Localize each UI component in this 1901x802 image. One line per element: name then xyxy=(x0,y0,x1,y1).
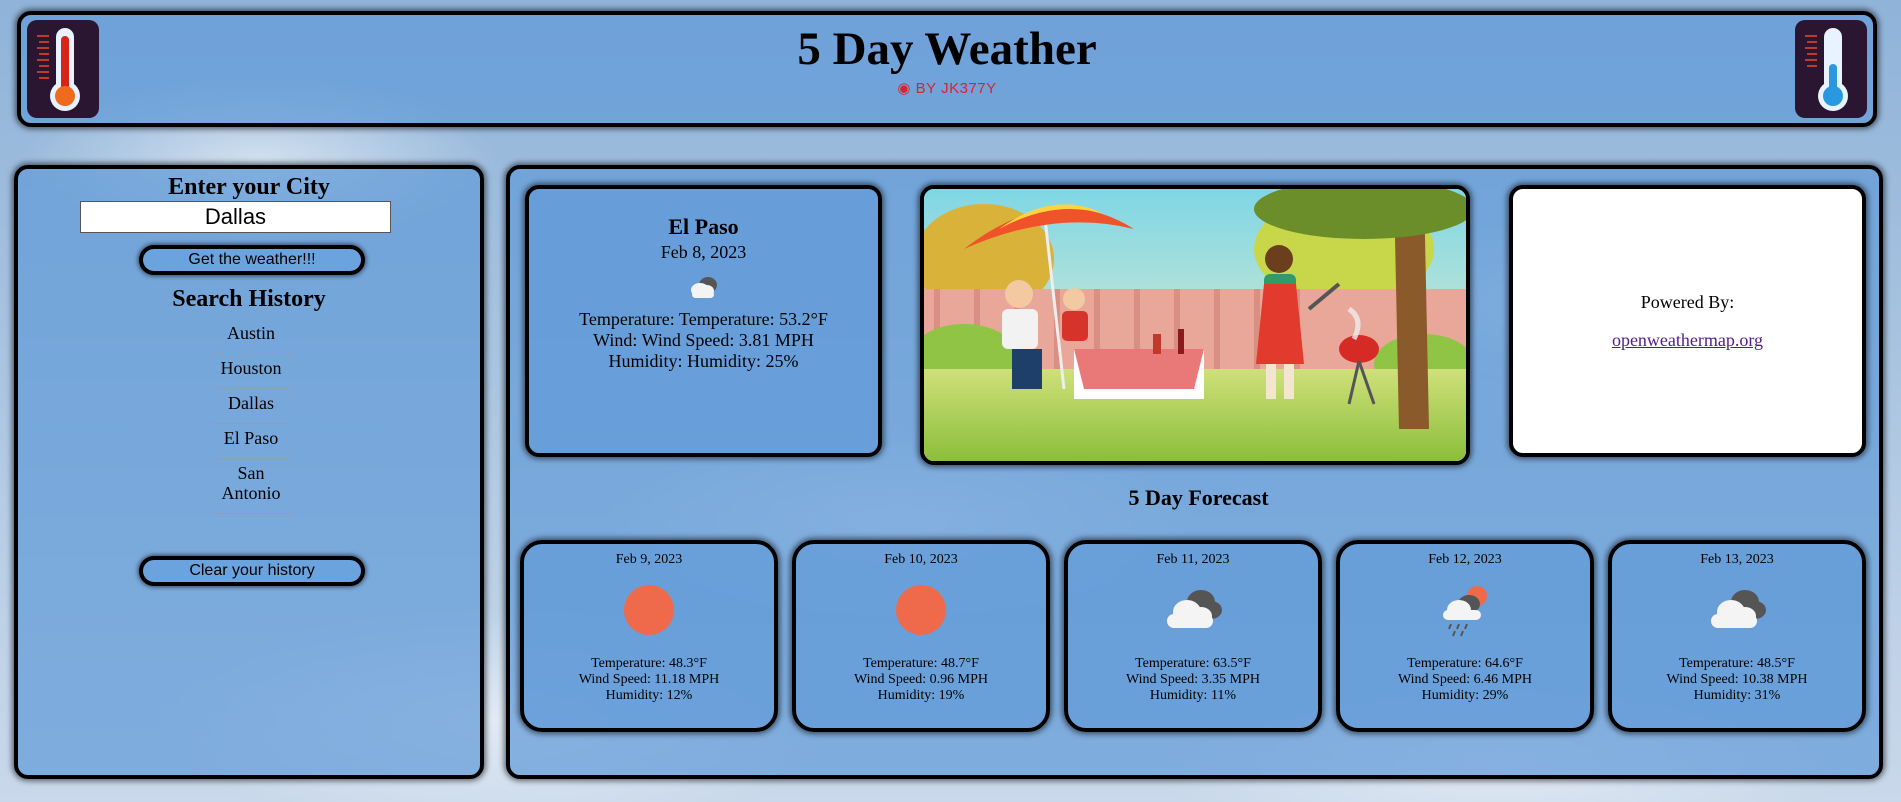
rain-icon xyxy=(1437,582,1493,638)
forecast-humidity: Humidity: 12% xyxy=(605,688,693,703)
history-item-el-paso[interactable]: El Paso xyxy=(211,424,291,459)
current-humidity: Humidity: Humidity: 25% xyxy=(608,351,799,371)
cloud-icon xyxy=(686,273,722,301)
current-city: El Paso xyxy=(668,214,739,239)
bbq-illustration xyxy=(920,185,1470,465)
github-icon: ◉ xyxy=(897,80,911,97)
forecast-heading: 5 Day Forecast xyxy=(1128,485,1269,510)
page-title: 5 Day Weather xyxy=(797,23,1097,75)
current-date: Feb 8, 2023 xyxy=(660,242,747,262)
forecast-wind: Wind Speed: 10.38 MPH xyxy=(1666,672,1808,687)
current-temperature: Temperature: Temperature: 53.2°F xyxy=(579,309,828,329)
search-history-list: Austin Houston Dallas El Paso San Antoni… xyxy=(211,319,291,514)
forecast-wind: Wind Speed: 0.96 MPH xyxy=(854,672,988,687)
history-item-houston[interactable]: Houston xyxy=(211,354,291,389)
forecast-humidity: Humidity: 29% xyxy=(1421,688,1509,703)
city-heading: Enter your City xyxy=(168,174,330,200)
forecast-humidity: Humidity: 19% xyxy=(877,688,965,703)
get-weather-button[interactable]: Get the weather!!! xyxy=(139,245,365,275)
forecast-card: Feb 11, 2023 Temperature: 63.5°F Wind Sp… xyxy=(1064,540,1322,732)
thermometer-cold-icon xyxy=(1795,20,1867,118)
sun-icon xyxy=(621,582,677,638)
header: 5 Day Weather ◉ BY JK377Y xyxy=(17,11,1877,127)
forecast-date: Feb 12, 2023 xyxy=(1428,552,1502,567)
history-item-san-antonio[interactable]: San Antonio xyxy=(211,459,291,514)
forecast-card: Feb 10, 2023 Temperature: 48.7°F Wind Sp… xyxy=(792,540,1050,732)
sun-icon xyxy=(893,582,949,638)
forecast-humidity: Humidity: 31% xyxy=(1693,688,1781,703)
forecast-temperature: Temperature: 48.7°F xyxy=(863,656,979,671)
forecast-temperature: Temperature: 48.5°F xyxy=(1679,656,1795,671)
cloud-icon xyxy=(1709,582,1766,638)
search-history-heading: Search History xyxy=(172,286,326,312)
forecast-wind: Wind Speed: 3.35 MPH xyxy=(1126,672,1260,687)
forecast-card: Feb 13, 2023 Temperature: 48.5°F Wind Sp… xyxy=(1608,540,1866,732)
forecast-temperature: Temperature: 64.6°F xyxy=(1407,656,1523,671)
forecast-humidity: Humidity: 11% xyxy=(1149,688,1237,703)
main-panel: El Paso Feb 8, 2023 Temperature: Tempera… xyxy=(506,165,1883,779)
forecast-card: Feb 12, 2023 Temperature: 64.6°F Wind Sp… xyxy=(1336,540,1594,732)
forecast-temperature: Temperature: 48.3°F xyxy=(591,656,707,671)
current-wind: Wind: Wind Speed: 3.81 MPH xyxy=(593,330,814,350)
history-item-dallas[interactable]: Dallas xyxy=(211,389,291,424)
cloud-icon xyxy=(1165,582,1222,638)
clear-history-button[interactable]: Clear your history xyxy=(139,556,365,586)
byline-text: BY JK377Y xyxy=(915,80,997,97)
forecast-wind: Wind Speed: 11.18 MPH xyxy=(578,672,720,687)
author-link[interactable]: ◉ BY JK377Y xyxy=(21,79,1873,97)
forecast-temperature: Temperature: 63.5°F xyxy=(1135,656,1251,671)
forecast-card: Feb 9, 2023 Temperature: 48.3°F Wind Spe… xyxy=(520,540,778,732)
history-item-austin[interactable]: Austin xyxy=(211,319,291,354)
forecast-date: Feb 10, 2023 xyxy=(884,552,958,567)
city-input[interactable] xyxy=(80,201,391,233)
powered-by-label: Powered By: xyxy=(1640,292,1735,312)
powered-by-card: Powered By: openweathermap.org xyxy=(1509,185,1866,457)
forecast-date: Feb 13, 2023 xyxy=(1700,552,1774,567)
forecast-wind: Wind Speed: 6.46 MPH xyxy=(1398,672,1532,687)
forecast-date: Feb 9, 2023 xyxy=(615,552,683,567)
sidebar: Enter your City Get the weather!!! Searc… xyxy=(14,165,484,779)
forecast-date: Feb 11, 2023 xyxy=(1156,552,1230,567)
current-weather-card: El Paso Feb 8, 2023 Temperature: Tempera… xyxy=(525,185,882,457)
openweathermap-link[interactable]: openweathermap.org xyxy=(1612,330,1763,351)
